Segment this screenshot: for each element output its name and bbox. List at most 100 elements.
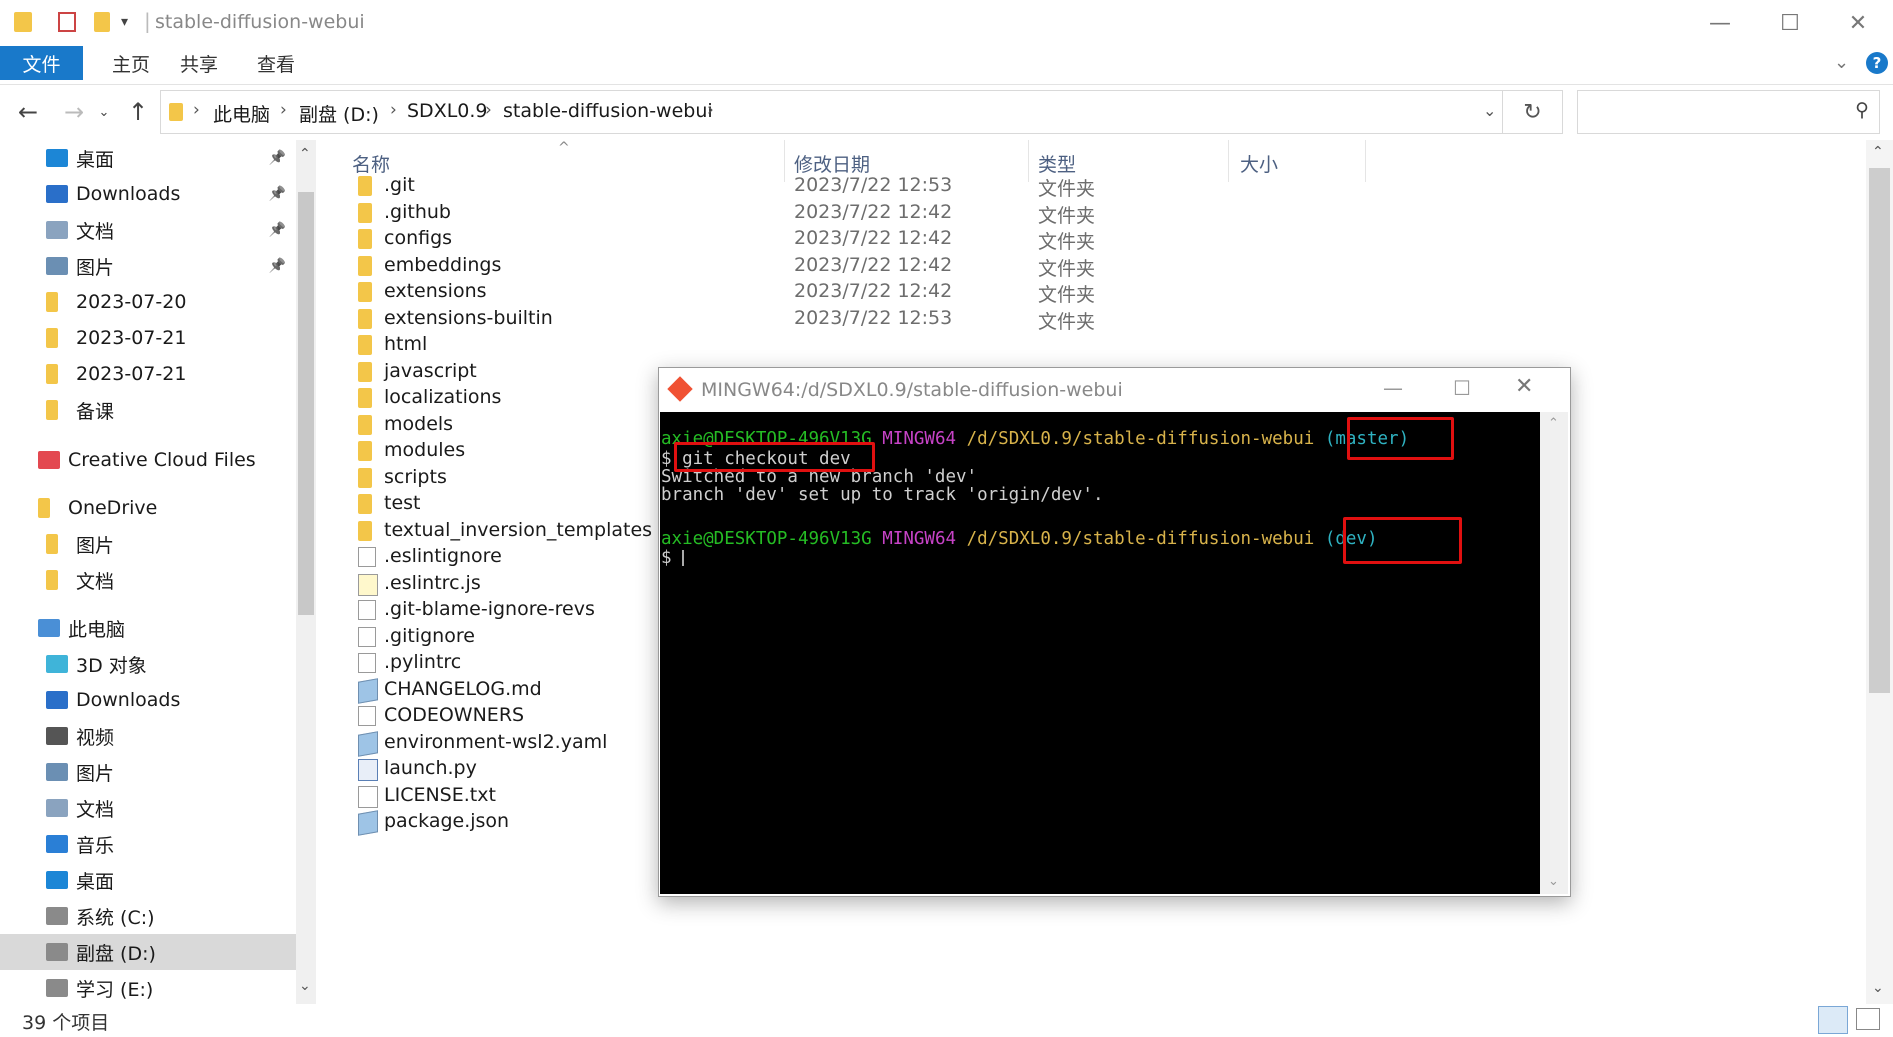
tab-share[interactable]: 共享 [164,46,234,80]
file-icon [358,785,378,808]
file-name: configs [384,227,453,249]
refresh-button[interactable]: ↻ [1503,90,1563,134]
title-bar: ▾ | stable-diffusion-webui — ☐ ✕ [0,0,1893,46]
sidebar-item[interactable]: OneDrive [0,490,296,526]
folder-icon [358,361,372,382]
maximize-button[interactable]: ☐ [1755,0,1825,46]
properties-icon[interactable] [58,12,76,32]
sidebar-item[interactable]: Creative Cloud Files [0,442,296,478]
terminal-maximize-button[interactable]: ☐ [1453,376,1471,400]
minimize-button[interactable]: — [1685,0,1755,46]
tab-file[interactable]: 文件 [0,46,83,80]
sidebar-scroll-thumb[interactable] [298,192,314,615]
details-view-button[interactable] [1818,1006,1848,1034]
large-icons-view-button[interactable] [1856,1008,1880,1030]
file-name: extensions [384,280,487,302]
sidebar-item[interactable]: 3D 对象 [0,646,296,682]
sidebar-item[interactable]: Downloads 📌 [0,176,296,212]
picture-icon [46,763,68,781]
sidebar-item[interactable]: 图片 [0,754,296,790]
folder-icon [358,414,372,435]
expand-ribbon-icon[interactable]: ⌄ [1834,52,1849,73]
sidebar-item-label: 2023-07-21 [76,327,187,349]
search-input[interactable]: ⚲ [1577,90,1880,134]
breadcrumb-this-pc[interactable]: 此电脑 [213,100,270,127]
document-icon [46,221,68,239]
folder-icon [14,12,32,32]
terminal-minimize-button[interactable]: — [1383,376,1403,400]
sidebar-item[interactable]: 2023-07-21 [0,320,296,356]
terminal-close-button[interactable]: ✕ [1515,374,1533,399]
file-icon [358,810,378,836]
desktop-icon [46,149,68,167]
up-button[interactable]: ↑ [120,92,156,132]
sidebar-item[interactable]: 音乐 [0,826,296,862]
sidebar-item[interactable]: 文档 [0,790,296,826]
terminal-scrollbar[interactable]: ⌃ ⌄ [1540,412,1568,894]
breadcrumb-webui[interactable]: stable-diffusion-webui [503,100,713,122]
sidebar-item[interactable]: 桌面 📌 [0,140,296,176]
file-name: launch.py [384,757,477,779]
sidebar-scrollbar[interactable]: ⌃ ⌄ [296,140,316,1004]
pin-icon[interactable]: 📌 [269,258,286,274]
pin-icon[interactable]: 📌 [269,222,286,238]
tab-view[interactable]: 查看 [241,46,311,80]
file-date: 2023/7/22 12:42 [794,253,953,276]
file-name: CODEOWNERS [384,704,525,726]
file-name: extensions-builtin [384,306,553,329]
folder-icon [358,335,372,355]
file-name: test [384,492,421,514]
sidebar-item[interactable]: 视频 [0,718,296,754]
breadcrumb-separator: › [193,100,200,120]
pin-icon[interactable]: 📌 [269,150,286,166]
file-name: .eslintignore [384,545,502,567]
help-icon[interactable]: ? [1866,52,1888,74]
sidebar-item[interactable]: 系统 (C:) [0,898,296,934]
breadcrumb-drive-d[interactable]: 副盘 (D:) [299,100,379,127]
breadcrumb-sdxl[interactable]: SDXL0.9 [407,100,488,122]
terminal-window[interactable]: MINGW64:/d/SDXL0.9/stable-diffusion-webu… [658,367,1571,897]
quick-access-dropdown-icon[interactable]: ▾ [121,14,128,30]
terminal-line: branch 'dev' set up to track 'origin/dev… [661,485,1104,505]
sidebar-item-label: Creative Cloud Files [68,449,256,471]
sidebar-item[interactable]: 备课 [0,392,296,428]
text-cursor [682,550,685,566]
sort-ascending-icon: ^ [558,140,570,156]
file-list-scroll-thumb[interactable] [1869,168,1890,693]
terminal-output[interactable]: axie@DESKTOP-496V13G MINGW64 /d/SDXL0.9/… [660,412,1540,894]
search-icon: ⚲ [1855,99,1869,121]
sidebar-item[interactable]: 文档 [0,562,296,598]
sidebar-item[interactable]: 副盘 (D:) [0,934,296,970]
forward-button[interactable]: → [56,92,92,132]
sidebar-item-label: 桌面 [76,870,115,893]
sidebar-item[interactable]: 文档 📌 [0,212,296,248]
file-name: environment-wsl2.yaml [384,730,608,753]
sidebar-item[interactable]: Downloads [0,682,296,718]
folder-icon [358,388,372,408]
pin-icon[interactable]: 📌 [269,186,286,202]
terminal-title-bar[interactable]: MINGW64:/d/SDXL0.9/stable-diffusion-webu… [659,368,1570,412]
sidebar-item-label: 3D 对象 [76,654,147,677]
address-history-icon[interactable]: ⌄ [1483,101,1496,120]
file-name: html [384,333,428,355]
breadcrumb-separator: › [485,100,492,120]
tab-home[interactable]: 主页 [96,46,166,80]
close-button[interactable]: ✕ [1823,0,1893,46]
address-bar[interactable]: › 此电脑 › 副盘 (D:) › SDXL0.9 › stable-diffu… [160,90,1503,134]
new-folder-icon[interactable] [94,12,110,32]
sidebar-item-label: 文档 [76,220,115,243]
sidebar-item[interactable]: 此电脑 [0,610,296,646]
sidebar-item[interactable]: 图片 [0,526,296,562]
recent-locations-button[interactable]: ⌄ [94,92,114,132]
creative-cloud-icon [38,451,60,469]
back-button[interactable]: ← [10,92,46,132]
sidebar-item[interactable]: 学习 (E:) [0,970,296,1006]
folder-icon [358,202,372,223]
sidebar-item[interactable]: 桌面 [0,862,296,898]
video-icon [46,727,68,745]
sidebar-item[interactable]: 图片 📌 [0,248,296,284]
file-name: localizations [384,386,502,408]
sidebar-item[interactable]: 2023-07-20 [0,284,296,320]
file-name: .git [384,174,415,196]
sidebar-item[interactable]: 2023-07-21 [0,356,296,392]
